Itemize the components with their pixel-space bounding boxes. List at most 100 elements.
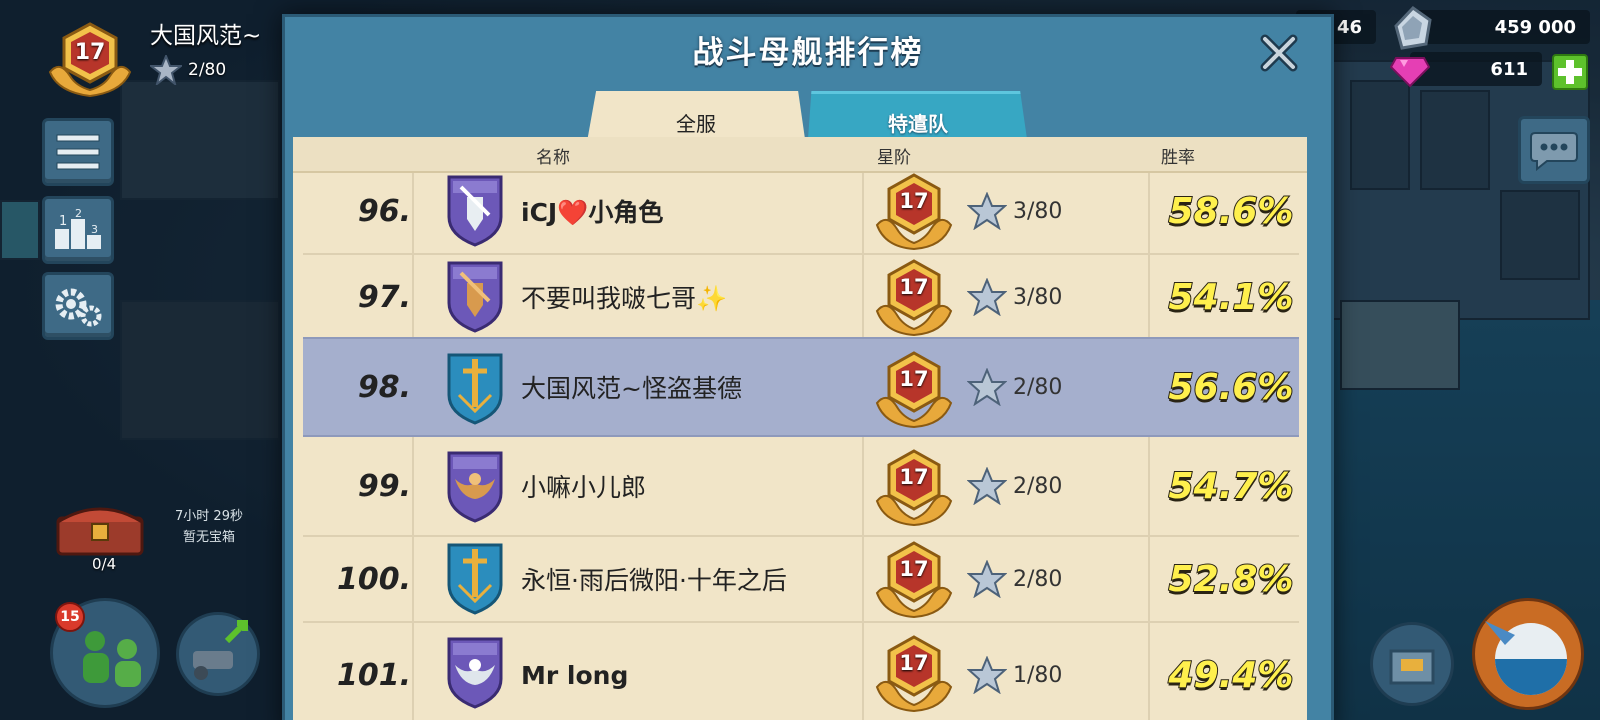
stars: 2/80: [967, 537, 1062, 621]
diamond-value: 611: [1490, 58, 1528, 80]
star-icon: [967, 368, 1007, 406]
leaderboard-row[interactable]: 97. 不要叫我啵七哥✨ 17 3/80 54.1%: [303, 255, 1299, 341]
column-header-star-level: 星阶: [877, 148, 911, 168]
plus-icon: [1558, 60, 1582, 84]
player-name: 大国风范~怪盗基德: [521, 374, 742, 403]
star-icon: [967, 278, 1007, 316]
close-button[interactable]: [1257, 31, 1301, 75]
gunboat-map-icon: [1485, 621, 1567, 695]
win-rate: 56.6%: [1168, 366, 1295, 409]
fist-shield-icon: [447, 261, 503, 333]
rank: 98.: [357, 369, 411, 405]
menu-button[interactable]: [42, 118, 114, 186]
player-level-badge[interactable]: 17: [46, 20, 134, 98]
sword-shield-icon: [447, 543, 503, 615]
chest-timer: 7小时 29秒 暂无宝箱: [170, 506, 248, 548]
leaderboard-button[interactable]: 1 2 3: [42, 196, 114, 264]
treasure-chest-icon: [56, 507, 144, 556]
player-stars-text: 2/80: [188, 60, 227, 80]
resource-partial-value: 46: [1336, 16, 1362, 38]
leaderboard-modal: 战斗母舰排行榜 全服 特遣队 名称 星阶 胜率 96. iCJ❤️小角色 17 …: [282, 14, 1334, 720]
column-headers: 名称 星阶 胜率: [293, 137, 1307, 173]
win-rate: 49.4%: [1168, 654, 1295, 697]
stars: 2/80: [967, 339, 1062, 435]
star-icon: [967, 192, 1007, 230]
player-name: 不要叫我啵七哥✨: [521, 284, 728, 313]
column-header-name: 名称: [536, 148, 570, 168]
settings-button[interactable]: [42, 272, 114, 340]
win-rate: 52.8%: [1168, 558, 1295, 601]
headquarters-button[interactable]: [1370, 622, 1454, 706]
leaderboard-row[interactable]: 100. 永恒·雨后微阳·十年之后 17 2/80 52.8%: [303, 537, 1299, 623]
leaderboard-sheet[interactable]: 名称 星阶 胜率 96. iCJ❤️小角色 17 3/80 58.6% 97. …: [293, 137, 1307, 720]
wings-shield-icon: [447, 637, 503, 709]
attack-button[interactable]: [1472, 598, 1584, 710]
svg-text:1: 1: [59, 214, 67, 229]
svg-text:2: 2: [75, 209, 82, 220]
rank: 96.: [357, 193, 411, 229]
chat-bubble-icon: [1530, 132, 1578, 171]
chat-button[interactable]: [1518, 116, 1590, 184]
leaderboard-row-current-player[interactable]: 98. 大国风范~怪盗基德 17 2/80 56.6%: [303, 337, 1299, 437]
gear-icon: [55, 288, 102, 327]
stars: 3/80: [967, 255, 1062, 339]
stars: 3/80: [967, 169, 1062, 253]
player-name: 大国风范~: [150, 23, 262, 49]
stars-text: 1/80: [1013, 662, 1063, 688]
chest-count: 0/4: [92, 555, 117, 573]
player-name: 永恒·雨后微阳·十年之后: [521, 566, 787, 595]
modal-title: 战斗母舰排行榜: [692, 35, 924, 71]
star-icon: [967, 656, 1007, 694]
chest-timer-text: 7小时 29秒: [175, 509, 243, 524]
win-rate: 54.7%: [1168, 465, 1295, 508]
svg-text:3: 3: [91, 223, 98, 236]
fist-shield-icon: [447, 175, 503, 247]
player-name: Mr long: [521, 660, 629, 690]
stars-text: 2/80: [1013, 374, 1063, 400]
stars-text: 3/80: [1013, 198, 1063, 224]
iron-value: 459 000: [1494, 16, 1576, 38]
star-icon: [967, 467, 1007, 505]
level-text: 17: [899, 189, 929, 213]
chest-slot[interactable]: [52, 500, 152, 562]
stars-text: 2/80: [1013, 566, 1063, 592]
stars-text: 3/80: [1013, 284, 1063, 310]
cannon-upgrade-icon: [193, 620, 248, 680]
player-name: 小嘛小儿郎: [521, 473, 647, 502]
star-icon: [967, 560, 1007, 598]
tab-task-force-label: 特遣队: [888, 111, 948, 136]
rank: 97.: [357, 279, 411, 315]
level-text: 17: [899, 275, 929, 299]
upgrade-button[interactable]: [176, 612, 260, 696]
wings-shield-icon: [447, 451, 503, 523]
rank: 99.: [357, 468, 411, 504]
stars: 1/80: [967, 623, 1062, 720]
leaderboard-row[interactable]: 96. iCJ❤️小角色 17 3/80 58.6%: [303, 169, 1299, 255]
player-stars: 2/80: [150, 55, 226, 85]
stars-text: 2/80: [1013, 473, 1063, 499]
iron-icon: [1394, 6, 1432, 50]
player-level-text: 17: [74, 40, 106, 65]
level-text: 17: [899, 367, 929, 391]
diamond-icon: [1390, 57, 1430, 88]
rank: 101.: [336, 657, 411, 693]
level-text: 17: [899, 557, 929, 581]
star-icon: [150, 55, 182, 85]
buy-diamonds-button[interactable]: [1552, 54, 1588, 90]
leaderboard-row[interactable]: 99. 小嘛小儿郎 17 2/80 54.7%: [303, 437, 1299, 537]
win-rate: 58.6%: [1168, 190, 1295, 233]
hamburger-icon: [56, 134, 100, 170]
ranking-podium-icon: 1 2 3: [55, 209, 101, 249]
win-rate: 54.1%: [1168, 276, 1295, 319]
tab-global-label: 全服: [676, 111, 716, 136]
column-header-win-rate: 胜率: [1161, 148, 1195, 168]
troops-count-badge: 15: [55, 602, 85, 632]
close-icon: [1260, 34, 1298, 72]
player-name: iCJ❤️小角色: [521, 198, 664, 227]
iron-resource-bar: 459 000: [1410, 10, 1590, 44]
level-text: 17: [899, 465, 929, 489]
leaderboard-row[interactable]: 101. Mr long 17 1/80 49.4%: [303, 623, 1299, 720]
rank: 100.: [336, 561, 411, 597]
building-icon: [1389, 649, 1435, 685]
level-text: 17: [899, 651, 929, 675]
